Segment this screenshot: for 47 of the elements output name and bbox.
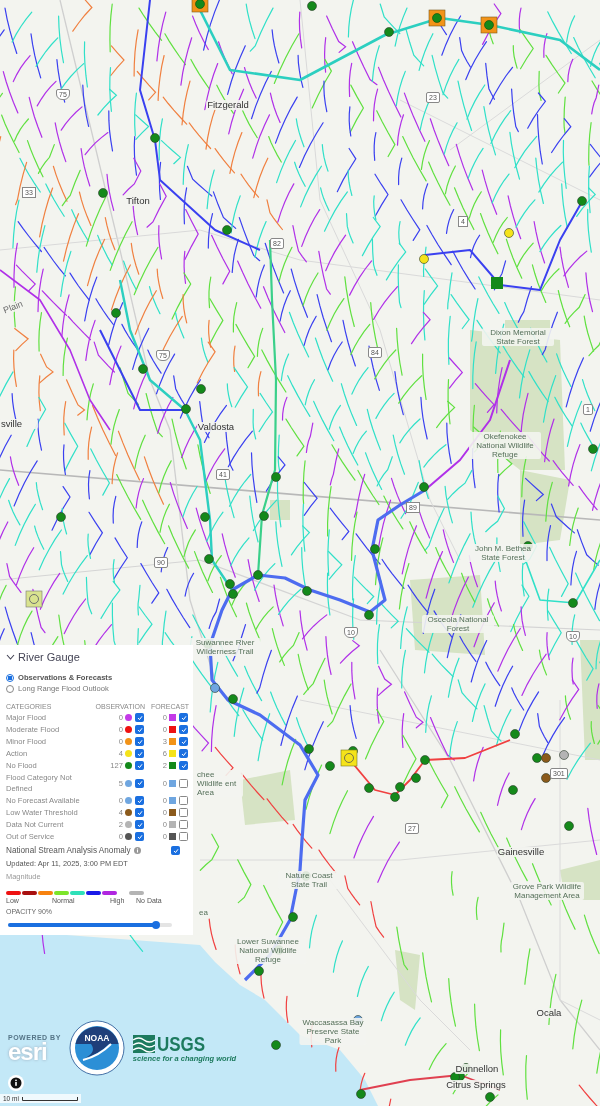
area-label: chee Wildlife ent Area bbox=[196, 770, 243, 797]
layer-title: National Stream Analysis Anomaly bbox=[6, 846, 131, 855]
checkbox[interactable] bbox=[135, 713, 144, 722]
area-label: Grove Park Wildlife Management Area bbox=[510, 882, 584, 900]
scale-bar bbox=[21, 1096, 78, 1101]
area-label: Suwannee River Wilderness Trail bbox=[189, 638, 261, 656]
place-label: sville bbox=[0, 419, 38, 429]
area-label: Okefenokee National Wildlife Refuge bbox=[469, 432, 541, 459]
checkbox[interactable] bbox=[135, 761, 144, 770]
area-label: John M. Bethea State Forest bbox=[467, 544, 539, 562]
place-label: Valdosta bbox=[196, 422, 236, 432]
checkbox[interactable] bbox=[179, 778, 188, 788]
checkbox[interactable] bbox=[179, 713, 188, 722]
info-icon[interactable] bbox=[8, 1075, 24, 1091]
checkbox[interactable] bbox=[135, 796, 144, 805]
checkbox[interactable] bbox=[135, 725, 144, 734]
checkbox[interactable] bbox=[135, 820, 144, 829]
checkbox[interactable] bbox=[135, 808, 144, 817]
place-label: Dunnellon bbox=[454, 1064, 500, 1074]
area-label: ea bbox=[198, 908, 209, 917]
place-label: Citrus Springs bbox=[445, 1080, 507, 1090]
area-label: Waccasassa Bay Preserve State Park bbox=[299, 1018, 367, 1045]
noaa-logo: NOAA bbox=[68, 1020, 125, 1076]
chevron-icon[interactable] bbox=[6, 654, 15, 660]
place-label: Tifton bbox=[125, 196, 151, 206]
place-label: Ocala bbox=[535, 1008, 563, 1018]
checkbox[interactable] bbox=[179, 749, 188, 758]
area-label: Osceola National Forest bbox=[422, 615, 494, 633]
area-label: Dixon Memorial State Forest bbox=[482, 328, 554, 346]
checkbox[interactable] bbox=[179, 796, 188, 805]
place-label: Fitzgerald bbox=[206, 100, 250, 110]
radio-button[interactable] bbox=[6, 684, 14, 693]
checkbox[interactable] bbox=[179, 725, 188, 734]
checkbox[interactable] bbox=[179, 761, 188, 770]
checkbox[interactable] bbox=[179, 832, 188, 841]
place-label: Gainesville bbox=[496, 847, 546, 857]
checkbox[interactable] bbox=[135, 778, 144, 788]
checkbox[interactable] bbox=[135, 832, 144, 841]
checkbox[interactable] bbox=[179, 820, 188, 829]
checkbox[interactable] bbox=[179, 808, 188, 817]
checkbox[interactable] bbox=[179, 737, 188, 746]
checkbox[interactable] bbox=[135, 737, 144, 746]
panel-title: River Gauge bbox=[18, 651, 80, 663]
checkbox[interactable] bbox=[135, 749, 144, 758]
checkbox[interactable] bbox=[171, 846, 180, 855]
slider-thumb[interactable] bbox=[151, 921, 160, 929]
radio-button[interactable] bbox=[6, 673, 14, 682]
